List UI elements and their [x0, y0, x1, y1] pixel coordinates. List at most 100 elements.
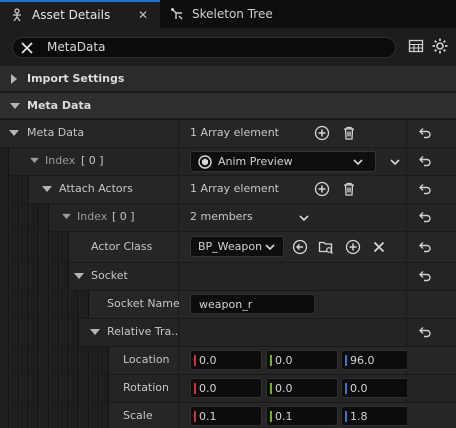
chevron-down-icon[interactable] — [298, 212, 310, 224]
search-input[interactable]: MetaData — [12, 37, 396, 58]
reset-to-default-icon[interactable] — [418, 325, 432, 339]
indent-guide — [70, 347, 79, 374]
name-cell: Relative Tra... — [0, 319, 182, 346]
chevron-down-icon — [10, 103, 20, 109]
scale-y-field[interactable]: 0.1 — [266, 406, 338, 426]
property-row-actor-class: Actor Class BP_Weapon — [0, 232, 456, 262]
category-meta-data[interactable]: Meta Data — [0, 93, 456, 119]
socket-name-field[interactable]: weapon_r — [190, 294, 315, 314]
chevron-down-icon[interactable] — [74, 272, 84, 280]
reset-to-default-icon[interactable] — [418, 269, 432, 283]
reset-cell — [407, 319, 456, 346]
x-axis-marker — [194, 355, 196, 366]
scale-z-field[interactable]: 1.8 — [341, 406, 413, 426]
browse-folder-icon[interactable] — [318, 239, 334, 255]
indent-guide — [40, 347, 49, 374]
clear-search-icon[interactable] — [18, 39, 36, 57]
location-x-field[interactable]: 0.0 — [190, 350, 262, 370]
category-label: Import Settings — [27, 72, 125, 85]
category-import-settings[interactable]: Import Settings — [0, 66, 456, 92]
z-axis-marker — [345, 383, 347, 394]
property-label: Scale — [123, 409, 153, 422]
indent-guide — [90, 375, 99, 402]
actor-class-combo[interactable]: BP_Weapon — [190, 236, 284, 257]
chevron-right-icon — [11, 74, 17, 84]
reset-to-default-icon[interactable] — [418, 210, 432, 224]
chevron-down-icon[interactable] — [389, 156, 401, 168]
tab-label: Asset Details — [32, 8, 111, 22]
location-z-field[interactable]: 96.0 — [341, 350, 413, 370]
rotation-x-field[interactable]: 0.0 — [190, 378, 262, 398]
indent-guide — [60, 263, 69, 290]
add-element-icon[interactable] — [345, 239, 361, 255]
value-cell: 0.0 0.0 96.0 — [179, 347, 413, 374]
property-label: Socket — [91, 269, 128, 282]
indent-guide — [10, 403, 19, 428]
chevron-down-icon[interactable] — [9, 129, 19, 137]
indent-guide — [0, 148, 9, 175]
name-cell: Actor Class — [0, 232, 178, 262]
indent-guide — [40, 232, 49, 262]
indent-guide — [10, 204, 19, 231]
reset-cell — [407, 291, 456, 318]
location-y-field[interactable]: 0.0 — [266, 350, 338, 370]
use-selected-icon[interactable] — [292, 239, 308, 255]
reset-to-default-icon[interactable] — [418, 240, 432, 254]
scale-x-field[interactable]: 0.1 — [190, 406, 262, 426]
field-value: 96.0 — [350, 354, 375, 367]
field-value: 0.0 — [199, 354, 217, 367]
name-cell: Index [ 0 ] — [0, 148, 178, 175]
field-value: 0.1 — [199, 410, 217, 423]
indent-guide — [40, 291, 49, 318]
chevron-down-icon[interactable] — [90, 328, 100, 336]
add-element-icon[interactable] — [314, 125, 330, 141]
property-row-index-0: Index [ 0 ] Anim Preview — [0, 148, 456, 175]
index-number: [ 0 ] — [112, 210, 135, 223]
array-count: 1 Array element — [190, 126, 279, 139]
trash-icon[interactable] — [341, 181, 357, 197]
indent-guide — [60, 232, 69, 262]
name-cell: Index [ 0 ] — [0, 204, 178, 231]
indent-guide — [10, 232, 19, 262]
name-cell: Scale — [0, 403, 178, 428]
add-element-icon[interactable] — [314, 181, 330, 197]
trash-icon[interactable] — [341, 125, 357, 141]
indent-guide — [0, 319, 9, 346]
anim-preview-icon — [198, 155, 212, 169]
indent-guide — [80, 403, 89, 428]
reset-to-default-icon[interactable] — [418, 182, 432, 196]
reset-to-default-icon[interactable] — [418, 154, 432, 168]
chevron-down-icon[interactable] — [62, 213, 71, 220]
grid-view-icon[interactable] — [408, 38, 424, 54]
field-value: 0.0 — [275, 354, 293, 367]
rotation-y-field[interactable]: 0.0 — [266, 378, 338, 398]
chevron-down-icon — [353, 159, 363, 166]
reset-cell — [407, 232, 456, 262]
property-row-relative-transform: Relative Tra... — [0, 319, 456, 346]
indent-guide — [0, 232, 9, 262]
indent-guide — [10, 176, 19, 203]
array-count: 1 Array element — [190, 182, 279, 195]
y-axis-marker — [270, 411, 272, 422]
clear-icon[interactable] — [371, 239, 387, 255]
indent-guide — [40, 403, 49, 428]
indent-guide — [30, 204, 39, 231]
property-row-location: Location 0.0 0.0 96.0 — [0, 347, 456, 374]
gear-icon[interactable] — [431, 37, 449, 55]
tab-skeleton-tree[interactable]: Skeleton Tree — [162, 0, 312, 28]
reset-cell — [407, 347, 456, 374]
rotation-z-field[interactable]: 0.0 — [341, 378, 413, 398]
combo-value: Anim Preview — [218, 155, 293, 168]
value-cell: 2 members — [179, 204, 406, 231]
indent-guide — [20, 263, 29, 290]
anim-preview-combo[interactable]: Anim Preview — [190, 151, 376, 172]
reset-to-default-icon[interactable] — [418, 126, 432, 140]
chevron-down-icon[interactable] — [30, 157, 39, 164]
tab-asset-details[interactable]: Asset Details ✕ — [0, 0, 160, 28]
close-tab-icon[interactable]: ✕ — [138, 8, 148, 22]
reset-cell — [407, 148, 456, 175]
name-cell: Meta Data — [0, 120, 178, 147]
search-value: MetaData — [47, 40, 106, 54]
chevron-down-icon[interactable] — [42, 185, 52, 193]
indent-guide — [50, 347, 59, 374]
